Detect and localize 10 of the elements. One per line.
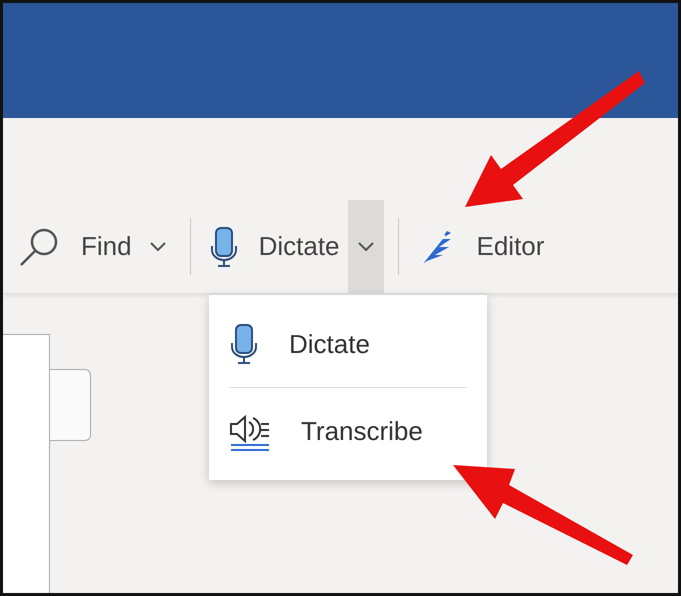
dropdown-button[interactable] (348, 200, 384, 293)
chevron-down-icon (356, 240, 374, 252)
microphone-icon (208, 226, 239, 268)
dictate-button[interactable]: Dictate (204, 200, 348, 293)
side-panel (50, 369, 91, 441)
menu-item[interactable]: Dictate (209, 301, 487, 387)
chevron-down-icon (148, 240, 167, 252)
menu-item[interactable]: Transcribe (209, 388, 487, 474)
find-button[interactable]: Find (13, 200, 140, 293)
microphone-icon (229, 323, 259, 365)
